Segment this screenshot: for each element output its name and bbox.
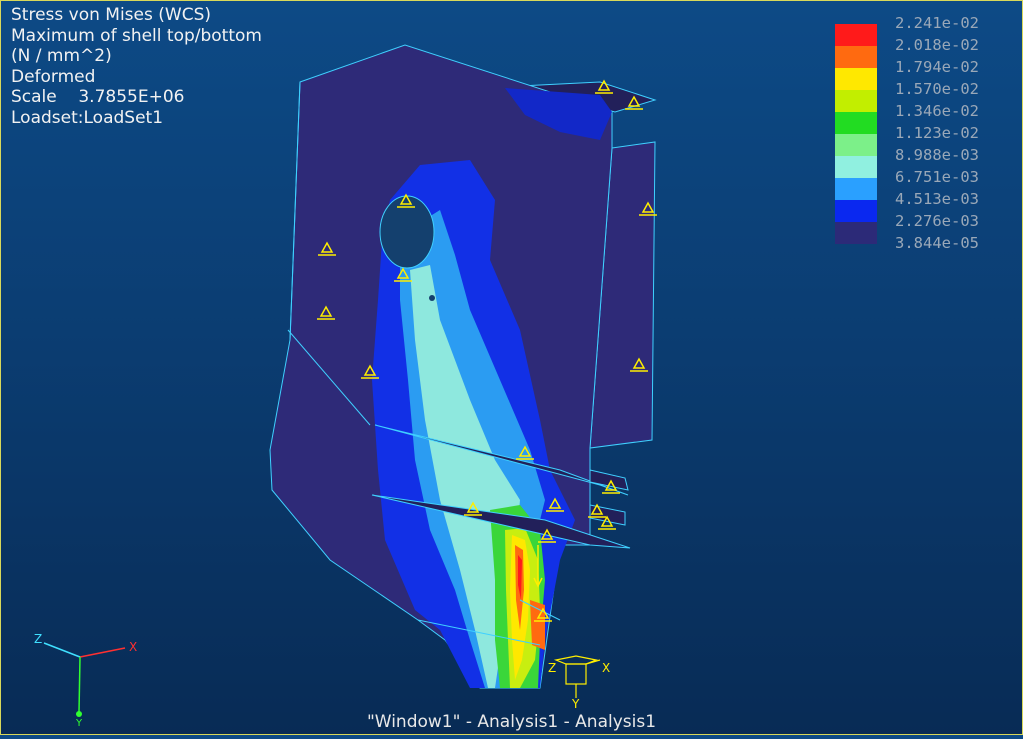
legend-swatch [835,222,877,244]
triad-z-label: Z [34,632,42,646]
legend-swatch [835,68,877,90]
triad-x-label: X [129,640,137,654]
legend-swatch [835,90,877,112]
csys-z-label: Z [548,661,556,675]
legend-swatch [835,134,877,156]
legend-value: 1.794e-02 [895,58,979,76]
legend-value: 3.844e-05 [895,234,979,252]
csys-y-label: Y [571,697,580,711]
legend-value: 1.346e-02 [895,102,979,120]
result-loadset: Loadset:LoadSet1 [11,107,164,128]
result-units: (N / mm^2) [11,46,112,66]
legend-swatch [835,200,877,222]
legend-swatch [835,178,877,200]
fea-shell-model[interactable] [269,44,657,689]
legend-values: 2.241e-02 2.018e-02 1.794e-02 1.570e-02 … [895,12,979,254]
csys-x-label: X [602,661,610,675]
legend-value: 2.018e-02 [895,36,979,54]
legend-value: 6.751e-03 [895,168,979,186]
result-info-panel: Stress von Mises (WCS) Maximum of shell … [11,5,262,128]
legend-swatch [835,156,877,178]
legend-value: 8.988e-03 [895,146,979,164]
result-subtitle: Maximum of shell top/bottom [11,25,262,46]
legend-value: 2.241e-02 [895,14,979,32]
legend-value: 1.570e-02 [895,80,979,98]
legend-value: 1.123e-02 [895,124,979,142]
legend-value: 2.276e-03 [895,212,979,230]
legend-value: 4.513e-03 [895,190,979,208]
result-scale: Scale 3.7855E+06 [11,87,185,107]
result-title: Stress von Mises (WCS) [11,5,211,25]
legend-swatch [835,24,877,46]
legend-color-bar [835,24,877,244]
legend-swatch [835,46,877,68]
coordinate-system-icon: X Z Y [548,655,610,711]
window-footer-label: "Window1" - Analysis1 - Analysis1 [366,712,657,732]
legend-swatch [835,112,877,134]
result-mode: Deformed [11,66,96,87]
